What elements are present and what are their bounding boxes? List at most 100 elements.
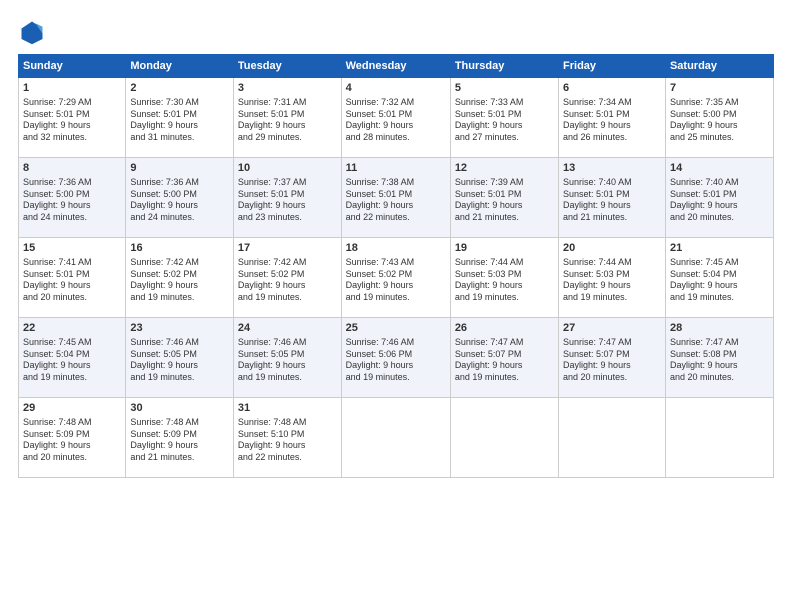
day-number: 6 bbox=[563, 81, 661, 96]
calendar-cell: 31Sunrise: 7:48 AM Sunset: 5:10 PM Dayli… bbox=[233, 398, 341, 478]
day-number: 16 bbox=[130, 241, 229, 256]
cell-content: Sunrise: 7:48 AM Sunset: 5:09 PM Dayligh… bbox=[23, 417, 121, 464]
day-number: 5 bbox=[455, 81, 554, 96]
day-number: 2 bbox=[130, 81, 229, 96]
cell-content: Sunrise: 7:42 AM Sunset: 5:02 PM Dayligh… bbox=[130, 257, 229, 304]
calendar-cell bbox=[665, 398, 773, 478]
day-number: 13 bbox=[563, 161, 661, 176]
calendar-cell: 18Sunrise: 7:43 AM Sunset: 5:02 PM Dayli… bbox=[341, 238, 450, 318]
calendar-cell bbox=[450, 398, 558, 478]
calendar-cell: 16Sunrise: 7:42 AM Sunset: 5:02 PM Dayli… bbox=[126, 238, 234, 318]
calendar-table: SundayMondayTuesdayWednesdayThursdayFrid… bbox=[18, 54, 774, 478]
day-number: 12 bbox=[455, 161, 554, 176]
calendar-cell: 3Sunrise: 7:31 AM Sunset: 5:01 PM Daylig… bbox=[233, 78, 341, 158]
calendar-cell: 1Sunrise: 7:29 AM Sunset: 5:01 PM Daylig… bbox=[19, 78, 126, 158]
day-number: 3 bbox=[238, 81, 337, 96]
cell-content: Sunrise: 7:44 AM Sunset: 5:03 PM Dayligh… bbox=[563, 257, 661, 304]
calendar-cell: 28Sunrise: 7:47 AM Sunset: 5:08 PM Dayli… bbox=[665, 318, 773, 398]
day-number: 4 bbox=[346, 81, 446, 96]
cell-content: Sunrise: 7:29 AM Sunset: 5:01 PM Dayligh… bbox=[23, 97, 121, 144]
day-number: 19 bbox=[455, 241, 554, 256]
calendar-cell: 13Sunrise: 7:40 AM Sunset: 5:01 PM Dayli… bbox=[559, 158, 666, 238]
cell-content: Sunrise: 7:34 AM Sunset: 5:01 PM Dayligh… bbox=[563, 97, 661, 144]
calendar-week-row: 29Sunrise: 7:48 AM Sunset: 5:09 PM Dayli… bbox=[19, 398, 774, 478]
calendar-cell: 23Sunrise: 7:46 AM Sunset: 5:05 PM Dayli… bbox=[126, 318, 234, 398]
calendar-week-row: 8 Sunrise: 7:36 AM Sunset: 5:00 PM Daylig… bbox=[19, 158, 774, 238]
calendar-cell: 5Sunrise: 7:33 AM Sunset: 5:01 PM Daylig… bbox=[450, 78, 558, 158]
calendar-cell: 27Sunrise: 7:47 AM Sunset: 5:07 PM Dayli… bbox=[559, 318, 666, 398]
calendar-cell: 21Sunrise: 7:45 AM Sunset: 5:04 PM Dayli… bbox=[665, 238, 773, 318]
cell-content: Sunrise: 7:46 AM Sunset: 5:06 PM Dayligh… bbox=[346, 337, 446, 384]
calendar-cell: 11Sunrise: 7:38 AM Sunset: 5:01 PM Dayli… bbox=[341, 158, 450, 238]
weekday-header-friday: Friday bbox=[559, 55, 666, 78]
day-number: 27 bbox=[563, 321, 661, 336]
calendar-cell: 19Sunrise: 7:44 AM Sunset: 5:03 PM Dayli… bbox=[450, 238, 558, 318]
calendar-cell bbox=[559, 398, 666, 478]
calendar-cell: 8Sunrise: 7:36 AM Sunset: 5:00 PM Daylig… bbox=[19, 158, 126, 238]
day-number: 29 bbox=[23, 401, 121, 416]
calendar-cell: 9Sunrise: 7:36 AM Sunset: 5:00 PM Daylig… bbox=[126, 158, 234, 238]
cell-content: Sunrise: 7:31 AM Sunset: 5:01 PM Dayligh… bbox=[238, 97, 337, 144]
weekday-header-row: SundayMondayTuesdayWednesdayThursdayFrid… bbox=[19, 55, 774, 78]
day-number: 17 bbox=[238, 241, 337, 256]
calendar-cell: 29Sunrise: 7:48 AM Sunset: 5:09 PM Dayli… bbox=[19, 398, 126, 478]
day-number: 26 bbox=[455, 321, 554, 336]
logo-icon bbox=[18, 18, 46, 46]
day-number: 7 bbox=[670, 81, 769, 96]
weekday-header-wednesday: Wednesday bbox=[341, 55, 450, 78]
calendar-cell: 10Sunrise: 7:37 AM Sunset: 5:01 PM Dayli… bbox=[233, 158, 341, 238]
cell-content: Sunrise: 7:40 AM Sunset: 5:01 PM Dayligh… bbox=[563, 177, 661, 224]
day-number: 14 bbox=[670, 161, 769, 176]
page: SundayMondayTuesdayWednesdayThursdayFrid… bbox=[0, 0, 792, 612]
day-number: 22 bbox=[23, 321, 121, 336]
day-number: 28 bbox=[670, 321, 769, 336]
day-number: 21 bbox=[670, 241, 769, 256]
calendar-cell: 12Sunrise: 7:39 AM Sunset: 5:01 PM Dayli… bbox=[450, 158, 558, 238]
day-number: 8 bbox=[23, 161, 121, 176]
day-number: 15 bbox=[23, 241, 121, 256]
calendar-week-row: 22Sunrise: 7:45 AM Sunset: 5:04 PM Dayli… bbox=[19, 318, 774, 398]
calendar-cell: 26Sunrise: 7:47 AM Sunset: 5:07 PM Dayli… bbox=[450, 318, 558, 398]
cell-content: Sunrise: 7:45 AM Sunset: 5:04 PM Dayligh… bbox=[670, 257, 769, 304]
cell-content: Sunrise: 7:36 AM Sunset: 5:00 PM Dayligh… bbox=[130, 177, 229, 224]
day-number: 20 bbox=[563, 241, 661, 256]
cell-content: Sunrise: 7:42 AM Sunset: 5:02 PM Dayligh… bbox=[238, 257, 337, 304]
calendar-cell: 24Sunrise: 7:46 AM Sunset: 5:05 PM Dayli… bbox=[233, 318, 341, 398]
cell-content: Sunrise: 7:40 AM Sunset: 5:01 PM Dayligh… bbox=[670, 177, 769, 224]
calendar-cell: 14Sunrise: 7:40 AM Sunset: 5:01 PM Dayli… bbox=[665, 158, 773, 238]
day-number: 24 bbox=[238, 321, 337, 336]
cell-content: Sunrise: 7:32 AM Sunset: 5:01 PM Dayligh… bbox=[346, 97, 446, 144]
cell-content: Sunrise: 7:48 AM Sunset: 5:10 PM Dayligh… bbox=[238, 417, 337, 464]
header bbox=[18, 18, 774, 46]
day-number: 11 bbox=[346, 161, 446, 176]
day-number: 30 bbox=[130, 401, 229, 416]
cell-content: Sunrise: 7:35 AM Sunset: 5:00 PM Dayligh… bbox=[670, 97, 769, 144]
weekday-header-monday: Monday bbox=[126, 55, 234, 78]
cell-content: Sunrise: 7:44 AM Sunset: 5:03 PM Dayligh… bbox=[455, 257, 554, 304]
calendar-week-row: 1Sunrise: 7:29 AM Sunset: 5:01 PM Daylig… bbox=[19, 78, 774, 158]
cell-content: Sunrise: 7:37 AM Sunset: 5:01 PM Dayligh… bbox=[238, 177, 337, 224]
calendar-cell: 15Sunrise: 7:41 AM Sunset: 5:01 PM Dayli… bbox=[19, 238, 126, 318]
day-number: 9 bbox=[130, 161, 229, 176]
cell-content: Sunrise: 7:39 AM Sunset: 5:01 PM Dayligh… bbox=[455, 177, 554, 224]
weekday-header-tuesday: Tuesday bbox=[233, 55, 341, 78]
weekday-header-saturday: Saturday bbox=[665, 55, 773, 78]
cell-content: Sunrise: 7:45 AM Sunset: 5:04 PM Dayligh… bbox=[23, 337, 121, 384]
cell-content: Sunrise: 7:47 AM Sunset: 5:08 PM Dayligh… bbox=[670, 337, 769, 384]
calendar-body: 1Sunrise: 7:29 AM Sunset: 5:01 PM Daylig… bbox=[19, 78, 774, 478]
cell-content: Sunrise: 7:33 AM Sunset: 5:01 PM Dayligh… bbox=[455, 97, 554, 144]
cell-content: Sunrise: 7:41 AM Sunset: 5:01 PM Dayligh… bbox=[23, 257, 121, 304]
calendar-cell: 4Sunrise: 7:32 AM Sunset: 5:01 PM Daylig… bbox=[341, 78, 450, 158]
cell-content: Sunrise: 7:46 AM Sunset: 5:05 PM Dayligh… bbox=[238, 337, 337, 384]
cell-content: Sunrise: 7:47 AM Sunset: 5:07 PM Dayligh… bbox=[455, 337, 554, 384]
calendar-cell: 20Sunrise: 7:44 AM Sunset: 5:03 PM Dayli… bbox=[559, 238, 666, 318]
cell-content: Sunrise: 7:47 AM Sunset: 5:07 PM Dayligh… bbox=[563, 337, 661, 384]
cell-content: Sunrise: 7:46 AM Sunset: 5:05 PM Dayligh… bbox=[130, 337, 229, 384]
calendar-cell: 6Sunrise: 7:34 AM Sunset: 5:01 PM Daylig… bbox=[559, 78, 666, 158]
day-number: 18 bbox=[346, 241, 446, 256]
weekday-header-thursday: Thursday bbox=[450, 55, 558, 78]
cell-content: Sunrise: 7:30 AM Sunset: 5:01 PM Dayligh… bbox=[130, 97, 229, 144]
calendar-cell: 22Sunrise: 7:45 AM Sunset: 5:04 PM Dayli… bbox=[19, 318, 126, 398]
calendar-cell: 2Sunrise: 7:30 AM Sunset: 5:01 PM Daylig… bbox=[126, 78, 234, 158]
calendar-week-row: 15Sunrise: 7:41 AM Sunset: 5:01 PM Dayli… bbox=[19, 238, 774, 318]
